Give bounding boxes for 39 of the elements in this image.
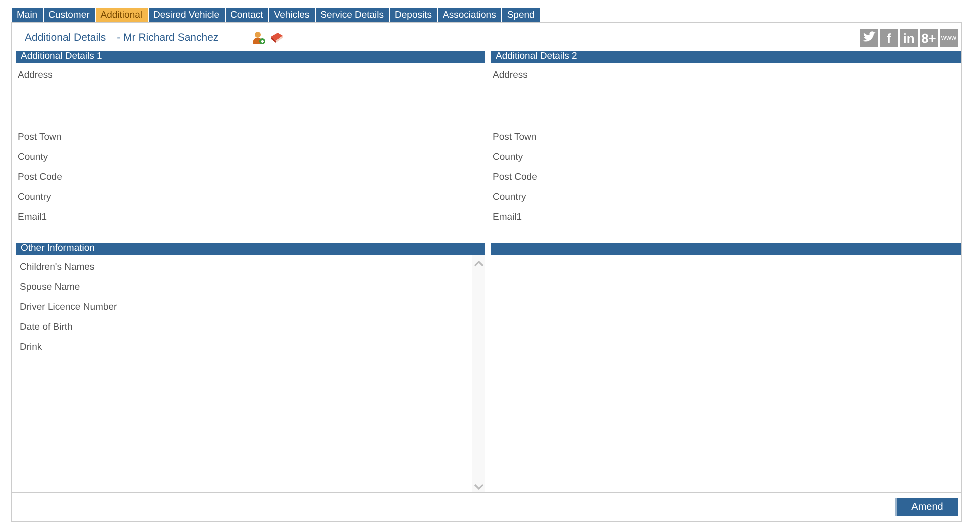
field-label: Post Code (17, 171, 64, 186)
tab[interactable]: Additional (96, 8, 148, 22)
scrollbar[interactable] (472, 255, 485, 492)
field-label: Post Town (492, 131, 538, 146)
field-label: County (17, 151, 50, 166)
field-label: Post Code (492, 171, 538, 186)
field-label: Driver Licence Number (20, 302, 118, 316)
book-icon[interactable] (270, 31, 284, 46)
scroll-down-icon[interactable] (474, 484, 484, 490)
section-header: Additional Details 1 (16, 51, 485, 64)
field-label: Country (492, 191, 528, 206)
tab[interactable]: Customer (44, 8, 95, 22)
tab[interactable]: Vehicles (269, 8, 315, 22)
scroll-up-icon[interactable] (474, 261, 484, 268)
tab[interactable]: Service Details (316, 8, 390, 22)
field-label: Email1 (492, 211, 524, 226)
section-header: Other Information (16, 243, 485, 256)
section-header: Additional Details 2 (491, 51, 961, 64)
person-add-icon[interactable] (252, 31, 266, 46)
field-label: Drink (20, 342, 44, 356)
field-label: Email1 (17, 211, 48, 226)
tab[interactable]: Desired Vehicle (148, 8, 225, 22)
tab[interactable]: Spend (502, 8, 540, 22)
field-label: Post Town (17, 131, 63, 146)
field-label: Country (17, 191, 52, 206)
tab[interactable]: Contact (226, 8, 268, 22)
amend-button[interactable]: Amend (895, 498, 958, 516)
tab[interactable]: Main (12, 8, 43, 22)
field-label: Spouse Name (20, 282, 82, 296)
field-label: Children's Names (20, 262, 96, 276)
tab[interactable]: Associations (438, 8, 502, 22)
field-label: Address (492, 69, 529, 84)
field-label: County (492, 151, 524, 166)
page-title: Additional Details (25, 32, 106, 44)
field-label: Address (17, 69, 54, 84)
customer-name: - Mr Richard Sanchez (117, 32, 219, 44)
field-label: Date of Birth (20, 322, 74, 336)
bird-icon[interactable] (860, 29, 878, 48)
tab[interactable]: Deposits (390, 8, 437, 22)
